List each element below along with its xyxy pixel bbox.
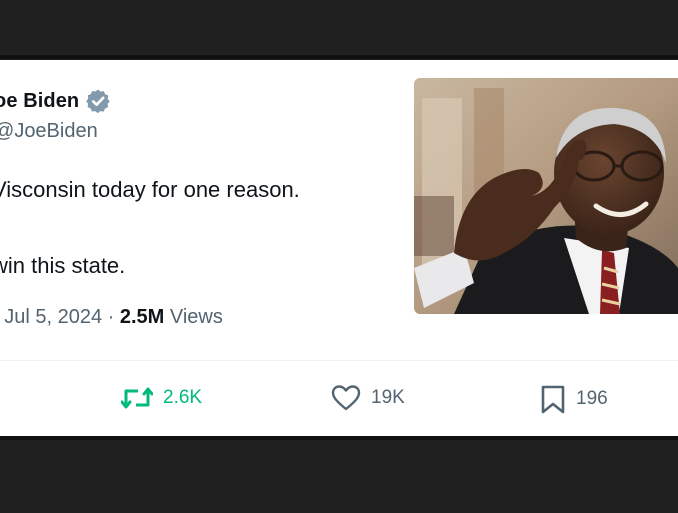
tweet-text: Visconsin today for one reason. win this… (0, 171, 392, 285)
tweet-text-line-3: win this state. (0, 253, 126, 278)
retweet-count: 2.6K (163, 387, 203, 408)
views-count: 2.5M (119, 306, 165, 328)
author-name[interactable]: oe Biden (0, 90, 79, 113)
bookmark-count: 196 (576, 388, 608, 409)
tweet-text-line-2 (0, 209, 392, 247)
action-divider (0, 360, 678, 361)
frame-bottom (0, 436, 678, 513)
tweet-actions: 2.6K 19K 196 (0, 378, 678, 418)
views-label: Views (164, 306, 223, 328)
author-handle[interactable]: @JoeBiden (0, 120, 98, 143)
tweet-photo[interactable] (414, 78, 678, 314)
author-row: oe Biden (0, 88, 111, 114)
retweet-icon (121, 387, 153, 409)
bookmark-button[interactable]: 196 (540, 384, 608, 414)
verified-badge-icon (85, 88, 111, 114)
like-count: 19K (371, 387, 405, 408)
tweet-meta: · Jul 5, 2024 · 2.5M Views (0, 306, 223, 329)
bookmark-icon (541, 385, 565, 414)
tweet-text-line-1: Visconsin today for one reason. (0, 177, 300, 202)
heart-icon (331, 385, 361, 411)
tweet-card[interactable]: oe Biden @JoeBiden Visconsin today for o… (0, 60, 678, 436)
retweet-button[interactable]: 2.6K (121, 384, 202, 412)
frame-top (0, 0, 678, 59)
tweet-date[interactable]: · Jul 5, 2024 · (0, 306, 120, 328)
like-button[interactable]: 19K (331, 384, 405, 412)
handle-text: JoeBiden (14, 120, 98, 142)
